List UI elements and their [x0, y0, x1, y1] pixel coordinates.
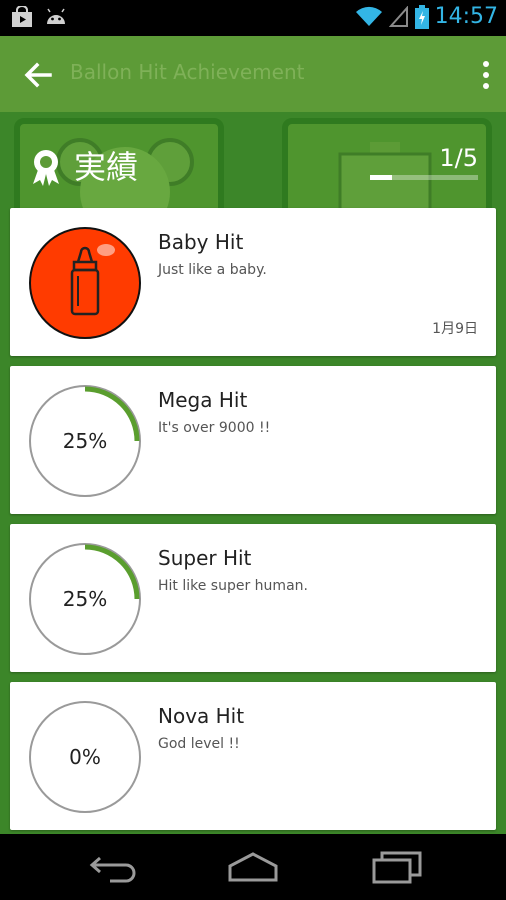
home-nav-icon[interactable] [226, 848, 280, 886]
achievements-progress-fill [370, 175, 392, 180]
baby-bottle-icon [29, 227, 141, 339]
wifi-icon [355, 6, 382, 26]
achievement-description: It's over 9000 !! [158, 420, 271, 436]
achievement-date: 1月9日 [432, 321, 478, 337]
achievement-percent: 25% [62, 587, 108, 611]
shop-bag-icon [12, 6, 32, 27]
achievement-title: Mega Hit [158, 388, 248, 412]
achievement-title: Baby Hit [158, 230, 244, 254]
more-vertical-icon[interactable] [480, 60, 492, 90]
back-nav-icon[interactable] [86, 848, 140, 886]
achievement-percent: 25% [62, 429, 108, 453]
arrow-left-icon[interactable] [20, 58, 56, 92]
navigation-bar [0, 834, 506, 900]
achievement-percent: 0% [69, 745, 101, 769]
ribbon-award-icon [33, 150, 59, 186]
achievements-progress-text: 1/5 [439, 144, 478, 172]
android-icon [47, 8, 65, 24]
action-bar-title: Ballon Hit Achievement [70, 60, 305, 84]
clock-time: 14:57 [434, 4, 498, 29]
achievements-progress-bar [370, 175, 478, 180]
status-bar: 14:57 [0, 0, 506, 36]
achievement-description: Just like a baby. [158, 262, 267, 278]
achievements-title: 実績 [74, 148, 139, 186]
achievement-card[interactable]: 25% Super Hit Hit like super human. [10, 524, 496, 672]
recent-apps-icon[interactable] [370, 848, 424, 886]
achievement-description: Hit like super human. [158, 578, 308, 594]
action-bar: Ballon Hit Achievement [0, 36, 506, 112]
achievement-card[interactable]: 0% Nova Hit God level !! [10, 682, 496, 830]
achievement-card[interactable]: Baby Hit Just like a baby. 1月9日 [10, 208, 496, 356]
signal-icon [388, 5, 408, 27]
battery-charging-icon [414, 4, 429, 29]
achievement-description: God level !! [158, 736, 240, 752]
achievement-card[interactable]: 25% Mega Hit It's over 9000 !! [10, 366, 496, 514]
achievement-title: Nova Hit [158, 704, 245, 728]
achievement-title: Super Hit [158, 546, 252, 570]
